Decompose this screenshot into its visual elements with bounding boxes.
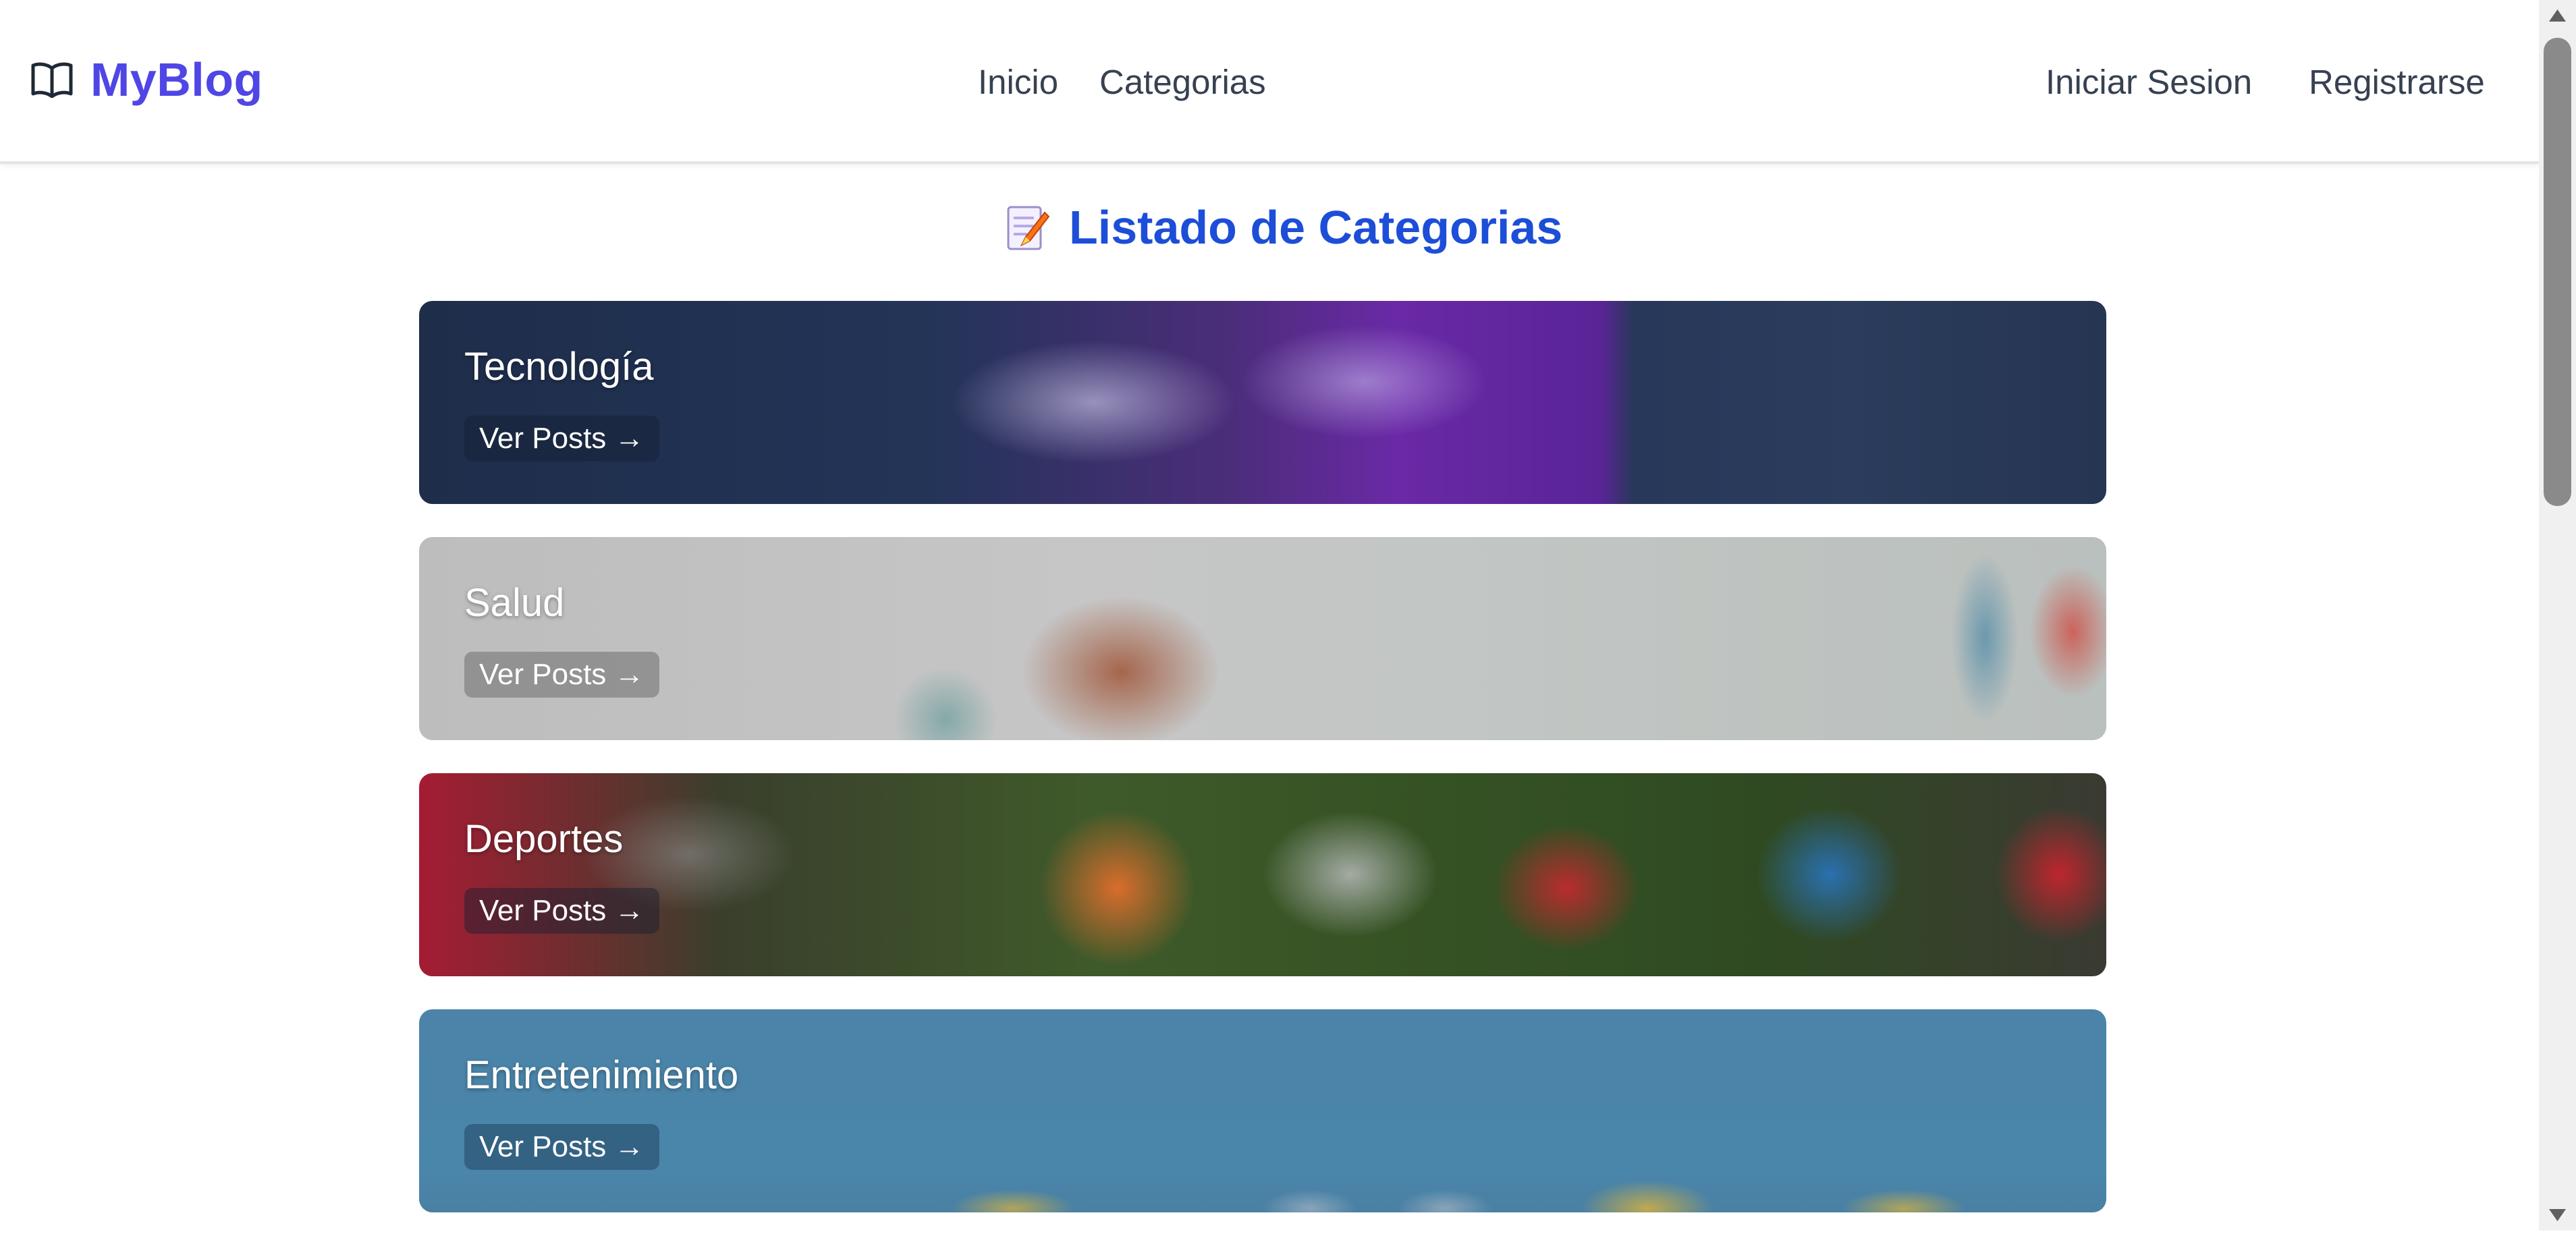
nav-link-inicio[interactable]: Inicio	[978, 62, 1058, 103]
page-title-text: Listado de Categorias	[1069, 201, 1563, 254]
category-name: Deportes	[464, 817, 624, 861]
category-card-image	[419, 1009, 2106, 1212]
view-posts-button[interactable]: Ver Posts →	[464, 1124, 659, 1170]
page-title: Listado de Categorias	[1006, 197, 1562, 258]
view-posts-button[interactable]: Ver Posts →	[464, 888, 659, 934]
brand-name: MyBlog	[90, 53, 263, 106]
category-card-deportes[interactable]: Deportes Ver Posts →	[419, 773, 2106, 976]
scrollbar-thumb[interactable]	[2544, 38, 2571, 506]
scroll-up-arrow-icon[interactable]	[2539, 0, 2576, 31]
open-book-icon	[31, 62, 73, 98]
category-card-image	[419, 301, 2106, 504]
register-link[interactable]: Registrarse	[2309, 62, 2485, 103]
nav-link-categorias[interactable]: Categorias	[1099, 62, 1266, 103]
vertical-scrollbar[interactable]	[2539, 0, 2576, 1231]
login-link[interactable]: Iniciar Sesion	[2046, 62, 2252, 103]
brand-link[interactable]: MyBlog	[31, 53, 263, 107]
category-card-entretenimiento[interactable]: Entretenimiento Ver Posts →	[419, 1009, 2106, 1212]
category-card-image	[419, 537, 2106, 740]
category-name: Salud	[464, 581, 565, 625]
category-card-salud[interactable]: Salud Ver Posts →	[419, 537, 2106, 740]
category-card-tecnologia[interactable]: Tecnología Ver Posts →	[419, 301, 2106, 504]
scroll-down-arrow-icon[interactable]	[2539, 1200, 2576, 1231]
category-card-image	[419, 773, 2106, 976]
category-name: Tecnología	[464, 345, 654, 389]
memo-icon	[1007, 206, 1050, 250]
view-posts-button[interactable]: Ver Posts →	[464, 652, 659, 698]
category-name: Entretenimiento	[464, 1053, 739, 1097]
view-posts-button[interactable]: Ver Posts →	[464, 416, 659, 461]
navbar: MyBlog Inicio Categorias Iniciar Sesion …	[0, 0, 2539, 164]
